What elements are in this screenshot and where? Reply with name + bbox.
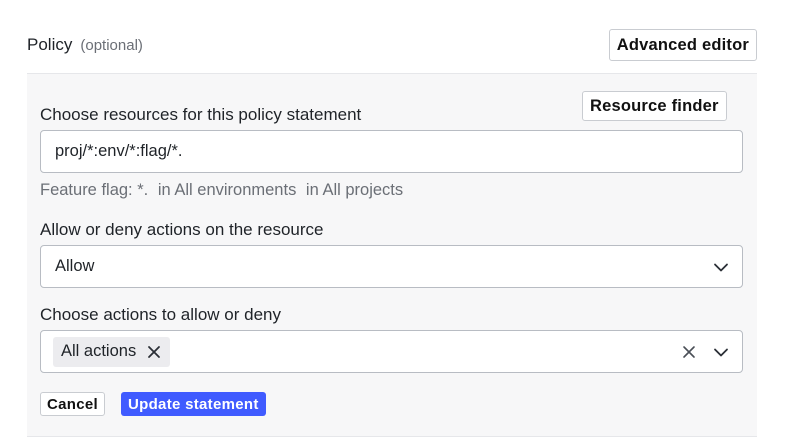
resources-label: Choose resources for this policy stateme… (40, 105, 362, 124)
hint-projects: in All projects (305, 181, 404, 199)
resources-field[interactable] (40, 130, 743, 173)
effect-selected-value: Allow (55, 257, 95, 275)
resource-finder-button[interactable]: Resource finder (582, 91, 727, 121)
effect-label: Allow or deny actions on the resource (40, 220, 324, 239)
advanced-editor-button[interactable]: Advanced editor (608, 29, 757, 61)
hint-environments: in All environments (157, 181, 297, 199)
hint-flag: Feature flag: *. (40, 181, 149, 199)
policy-header: Policy (optional) Advanced editor (27, 29, 757, 61)
resources-input[interactable] (55, 142, 742, 161)
effect-select[interactable]: Allow (40, 245, 743, 288)
optional-label: (optional) (80, 37, 143, 54)
chevron-down-icon[interactable] (712, 343, 730, 361)
action-chip-label: All actions (61, 342, 137, 360)
policy-statement-panel: Choose resources for this policy stateme… (27, 73, 757, 437)
action-chip: All actions (53, 336, 171, 367)
chevron-down-icon[interactable] (712, 258, 730, 276)
actions-label: Choose actions to allow or deny (40, 305, 281, 324)
policy-heading: Policy (optional) (27, 35, 143, 55)
cancel-button[interactable]: Cancel (40, 392, 105, 416)
close-icon[interactable] (146, 344, 162, 360)
policy-title: Policy (27, 35, 73, 54)
update-statement-button[interactable]: Update statement (121, 392, 266, 416)
clear-all-icon[interactable] (680, 343, 698, 361)
resource-hint: Feature flag: *. in All environments in … (40, 181, 408, 200)
actions-multiselect[interactable]: All actions (40, 330, 743, 373)
